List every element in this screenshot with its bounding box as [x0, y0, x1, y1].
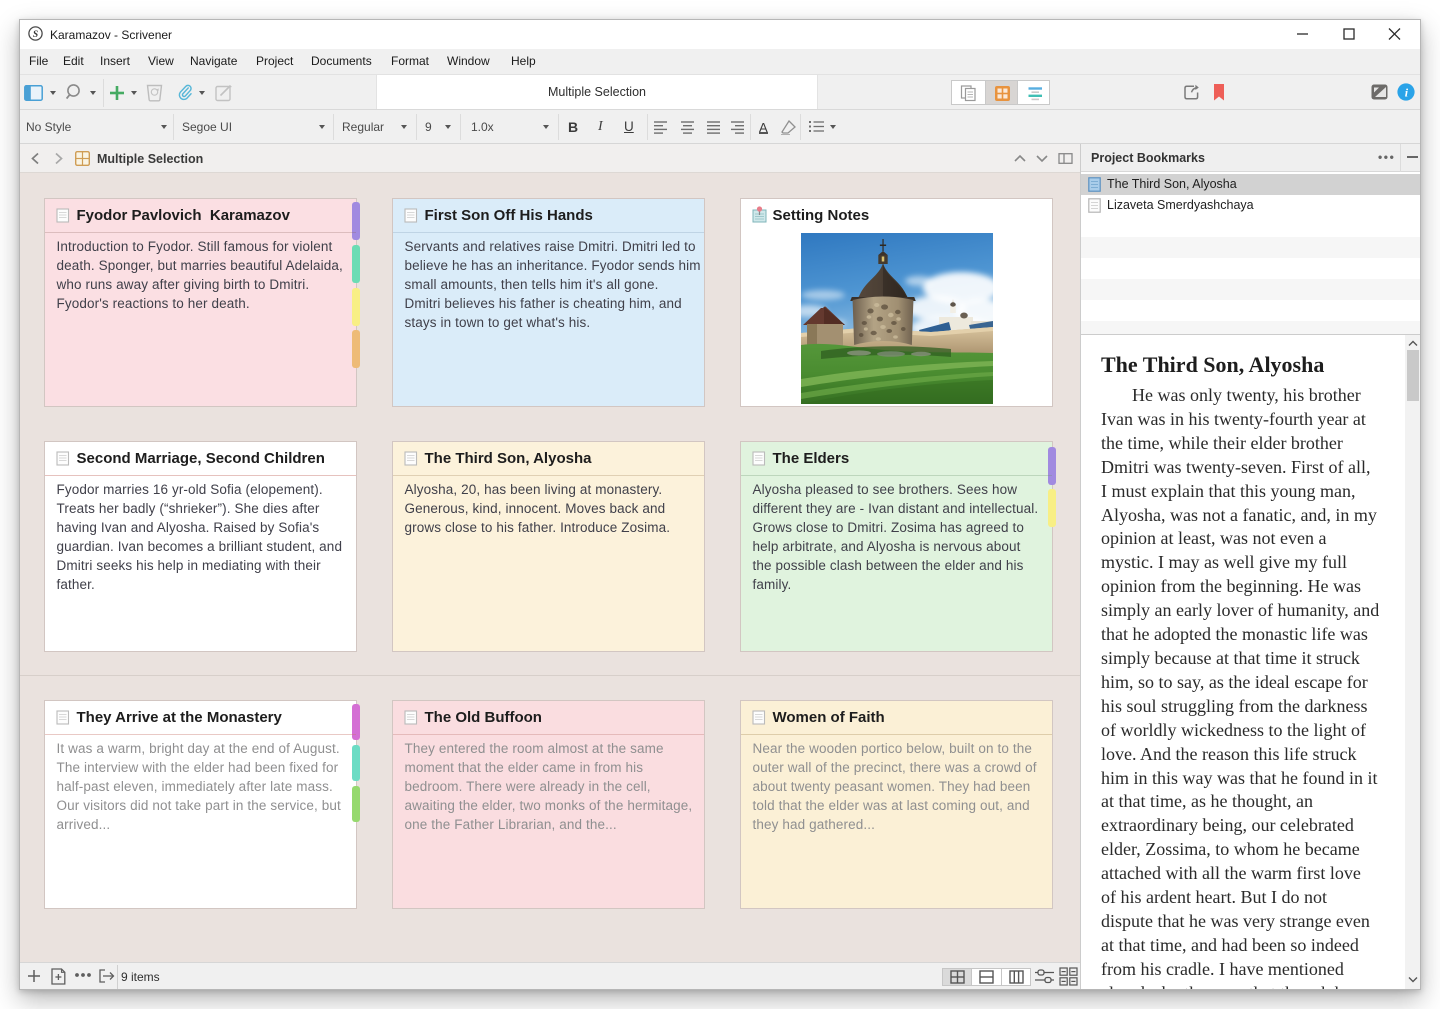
svg-text:S: S [33, 30, 38, 40]
